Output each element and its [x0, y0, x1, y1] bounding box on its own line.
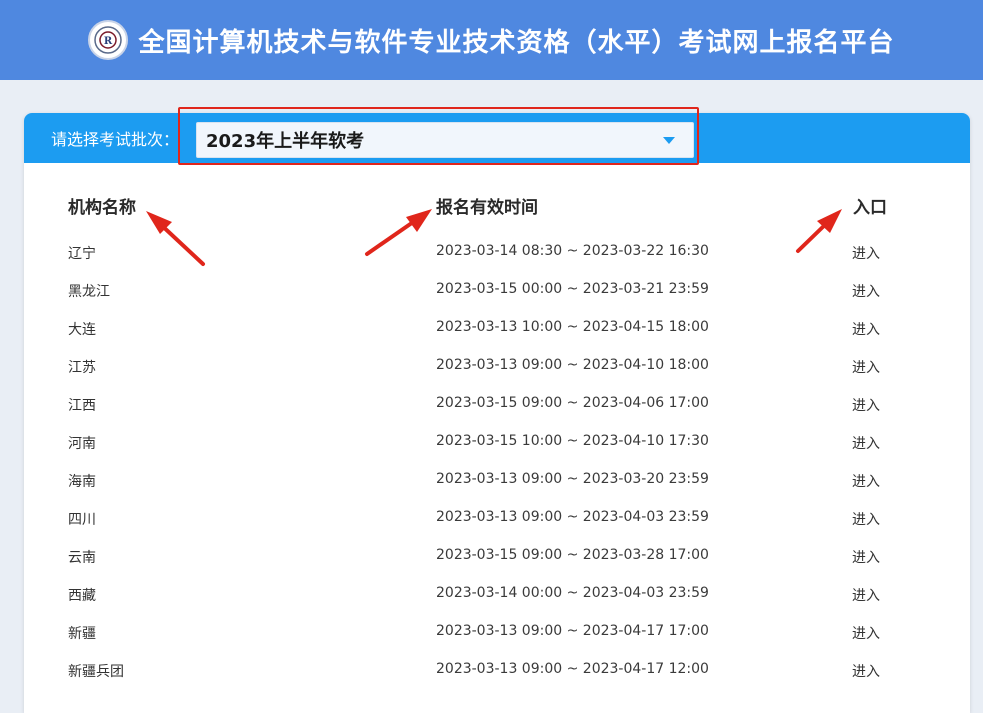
- enter-link[interactable]: 进入: [852, 319, 880, 339]
- table-row: 江苏 2023-03-13 09:00 ~ 2023-04-10 18:00 进入: [24, 357, 970, 395]
- table-row: 大连 2023-03-13 10:00 ~ 2023-04-15 18:00 进入: [24, 319, 970, 357]
- institution-name: 黑龙江: [68, 284, 110, 300]
- batch-selector-bar: 请选择考试批次： 2023年上半年软考: [24, 113, 970, 163]
- chevron-down-icon[interactable]: [663, 137, 675, 144]
- registration-period: 2023-03-13 09:00 ~ 2023-04-17 12:00: [436, 661, 709, 677]
- page-title: 全国计算机技术与软件专业技术资格（水平）考试网上报名平台: [138, 27, 895, 58]
- enter-link[interactable]: 进入: [852, 623, 880, 643]
- table-row: 云南 2023-03-15 09:00 ~ 2023-03-28 17:00 进入: [24, 547, 970, 585]
- enter-link[interactable]: 进入: [852, 243, 880, 263]
- enter-link[interactable]: 进入: [852, 395, 880, 415]
- table-row: 黑龙江 2023-03-15 00:00 ~ 2023-03-21 23:59 进入: [24, 281, 970, 319]
- enter-link[interactable]: 进入: [852, 509, 880, 529]
- table-row: 海南 2023-03-13 09:00 ~ 2023-03-20 23:59 进入: [24, 471, 970, 509]
- column-header-time: 报名有效时间: [436, 198, 538, 218]
- registration-period: 2023-03-15 09:00 ~ 2023-04-06 17:00: [436, 395, 709, 411]
- institution-name: 大连: [68, 322, 96, 338]
- institution-name: 新疆兵团: [68, 664, 124, 680]
- table-row: 江西 2023-03-15 09:00 ~ 2023-04-06 17:00 进入: [24, 395, 970, 433]
- registration-period: 2023-03-13 09:00 ~ 2023-03-20 23:59: [436, 471, 709, 487]
- institution-name: 江苏: [68, 360, 96, 376]
- institution-name: 河南: [68, 436, 96, 452]
- institution-name: 新疆: [68, 626, 96, 642]
- enter-link[interactable]: 进入: [852, 281, 880, 301]
- institution-name: 江西: [68, 398, 96, 414]
- registration-period: 2023-03-15 00:00 ~ 2023-03-21 23:59: [436, 281, 709, 297]
- enter-link[interactable]: 进入: [852, 471, 880, 491]
- enter-link[interactable]: 进入: [852, 357, 880, 377]
- enter-link[interactable]: 进入: [852, 547, 880, 567]
- institution-name: 辽宁: [68, 246, 96, 262]
- institution-name: 四川: [68, 512, 96, 528]
- table-row: 西藏 2023-03-14 00:00 ~ 2023-04-03 23:59 进入: [24, 585, 970, 623]
- table-row: 河南 2023-03-15 10:00 ~ 2023-04-10 17:30 进入: [24, 433, 970, 471]
- enter-link[interactable]: 进入: [852, 433, 880, 453]
- enter-link[interactable]: 进入: [852, 661, 880, 681]
- table-row: 新疆 2023-03-13 09:00 ~ 2023-04-17 17:00 进入: [24, 623, 970, 661]
- institution-name: 海南: [68, 474, 96, 490]
- batch-select[interactable]: 2023年上半年软考: [196, 122, 694, 158]
- column-header-entry: 入口: [853, 198, 887, 218]
- table-row: 四川 2023-03-13 09:00 ~ 2023-04-03 23:59 进入: [24, 509, 970, 547]
- exam-seal-icon: R: [88, 20, 129, 60]
- batch-select-value: 2023年上半年软考: [206, 131, 365, 152]
- institution-name: 西藏: [68, 588, 96, 604]
- registration-period: 2023-03-13 09:00 ~ 2023-04-10 18:00: [436, 357, 709, 373]
- header-bar: R 全国计算机技术与软件专业技术资格（水平）考试网上报名平台: [0, 0, 983, 80]
- column-header-institution: 机构名称: [68, 198, 136, 218]
- table-row: 新疆兵团 2023-03-13 09:00 ~ 2023-04-17 12:00 进…: [24, 661, 970, 699]
- registration-period: 2023-03-15 10:00 ~ 2023-04-10 17:30: [436, 433, 709, 449]
- svg-text:R: R: [104, 36, 113, 47]
- institution-name: 云南: [68, 550, 96, 566]
- table-row: 辽宁 2023-03-14 08:30 ~ 2023-03-22 16:30 进入: [24, 243, 970, 281]
- registration-period: 2023-03-14 08:30 ~ 2023-03-22 16:30: [436, 243, 709, 259]
- registration-period: 2023-03-15 09:00 ~ 2023-03-28 17:00: [436, 547, 709, 563]
- enter-link[interactable]: 进入: [852, 585, 880, 605]
- registration-period: 2023-03-13 10:00 ~ 2023-04-15 18:00: [436, 319, 709, 335]
- registration-period: 2023-03-13 09:00 ~ 2023-04-17 17:00: [436, 623, 709, 639]
- registration-period: 2023-03-14 00:00 ~ 2023-04-03 23:59: [436, 585, 709, 601]
- batch-selector-label: 请选择考试批次：: [51, 130, 180, 149]
- registration-period: 2023-03-13 09:00 ~ 2023-04-03 23:59: [436, 509, 709, 525]
